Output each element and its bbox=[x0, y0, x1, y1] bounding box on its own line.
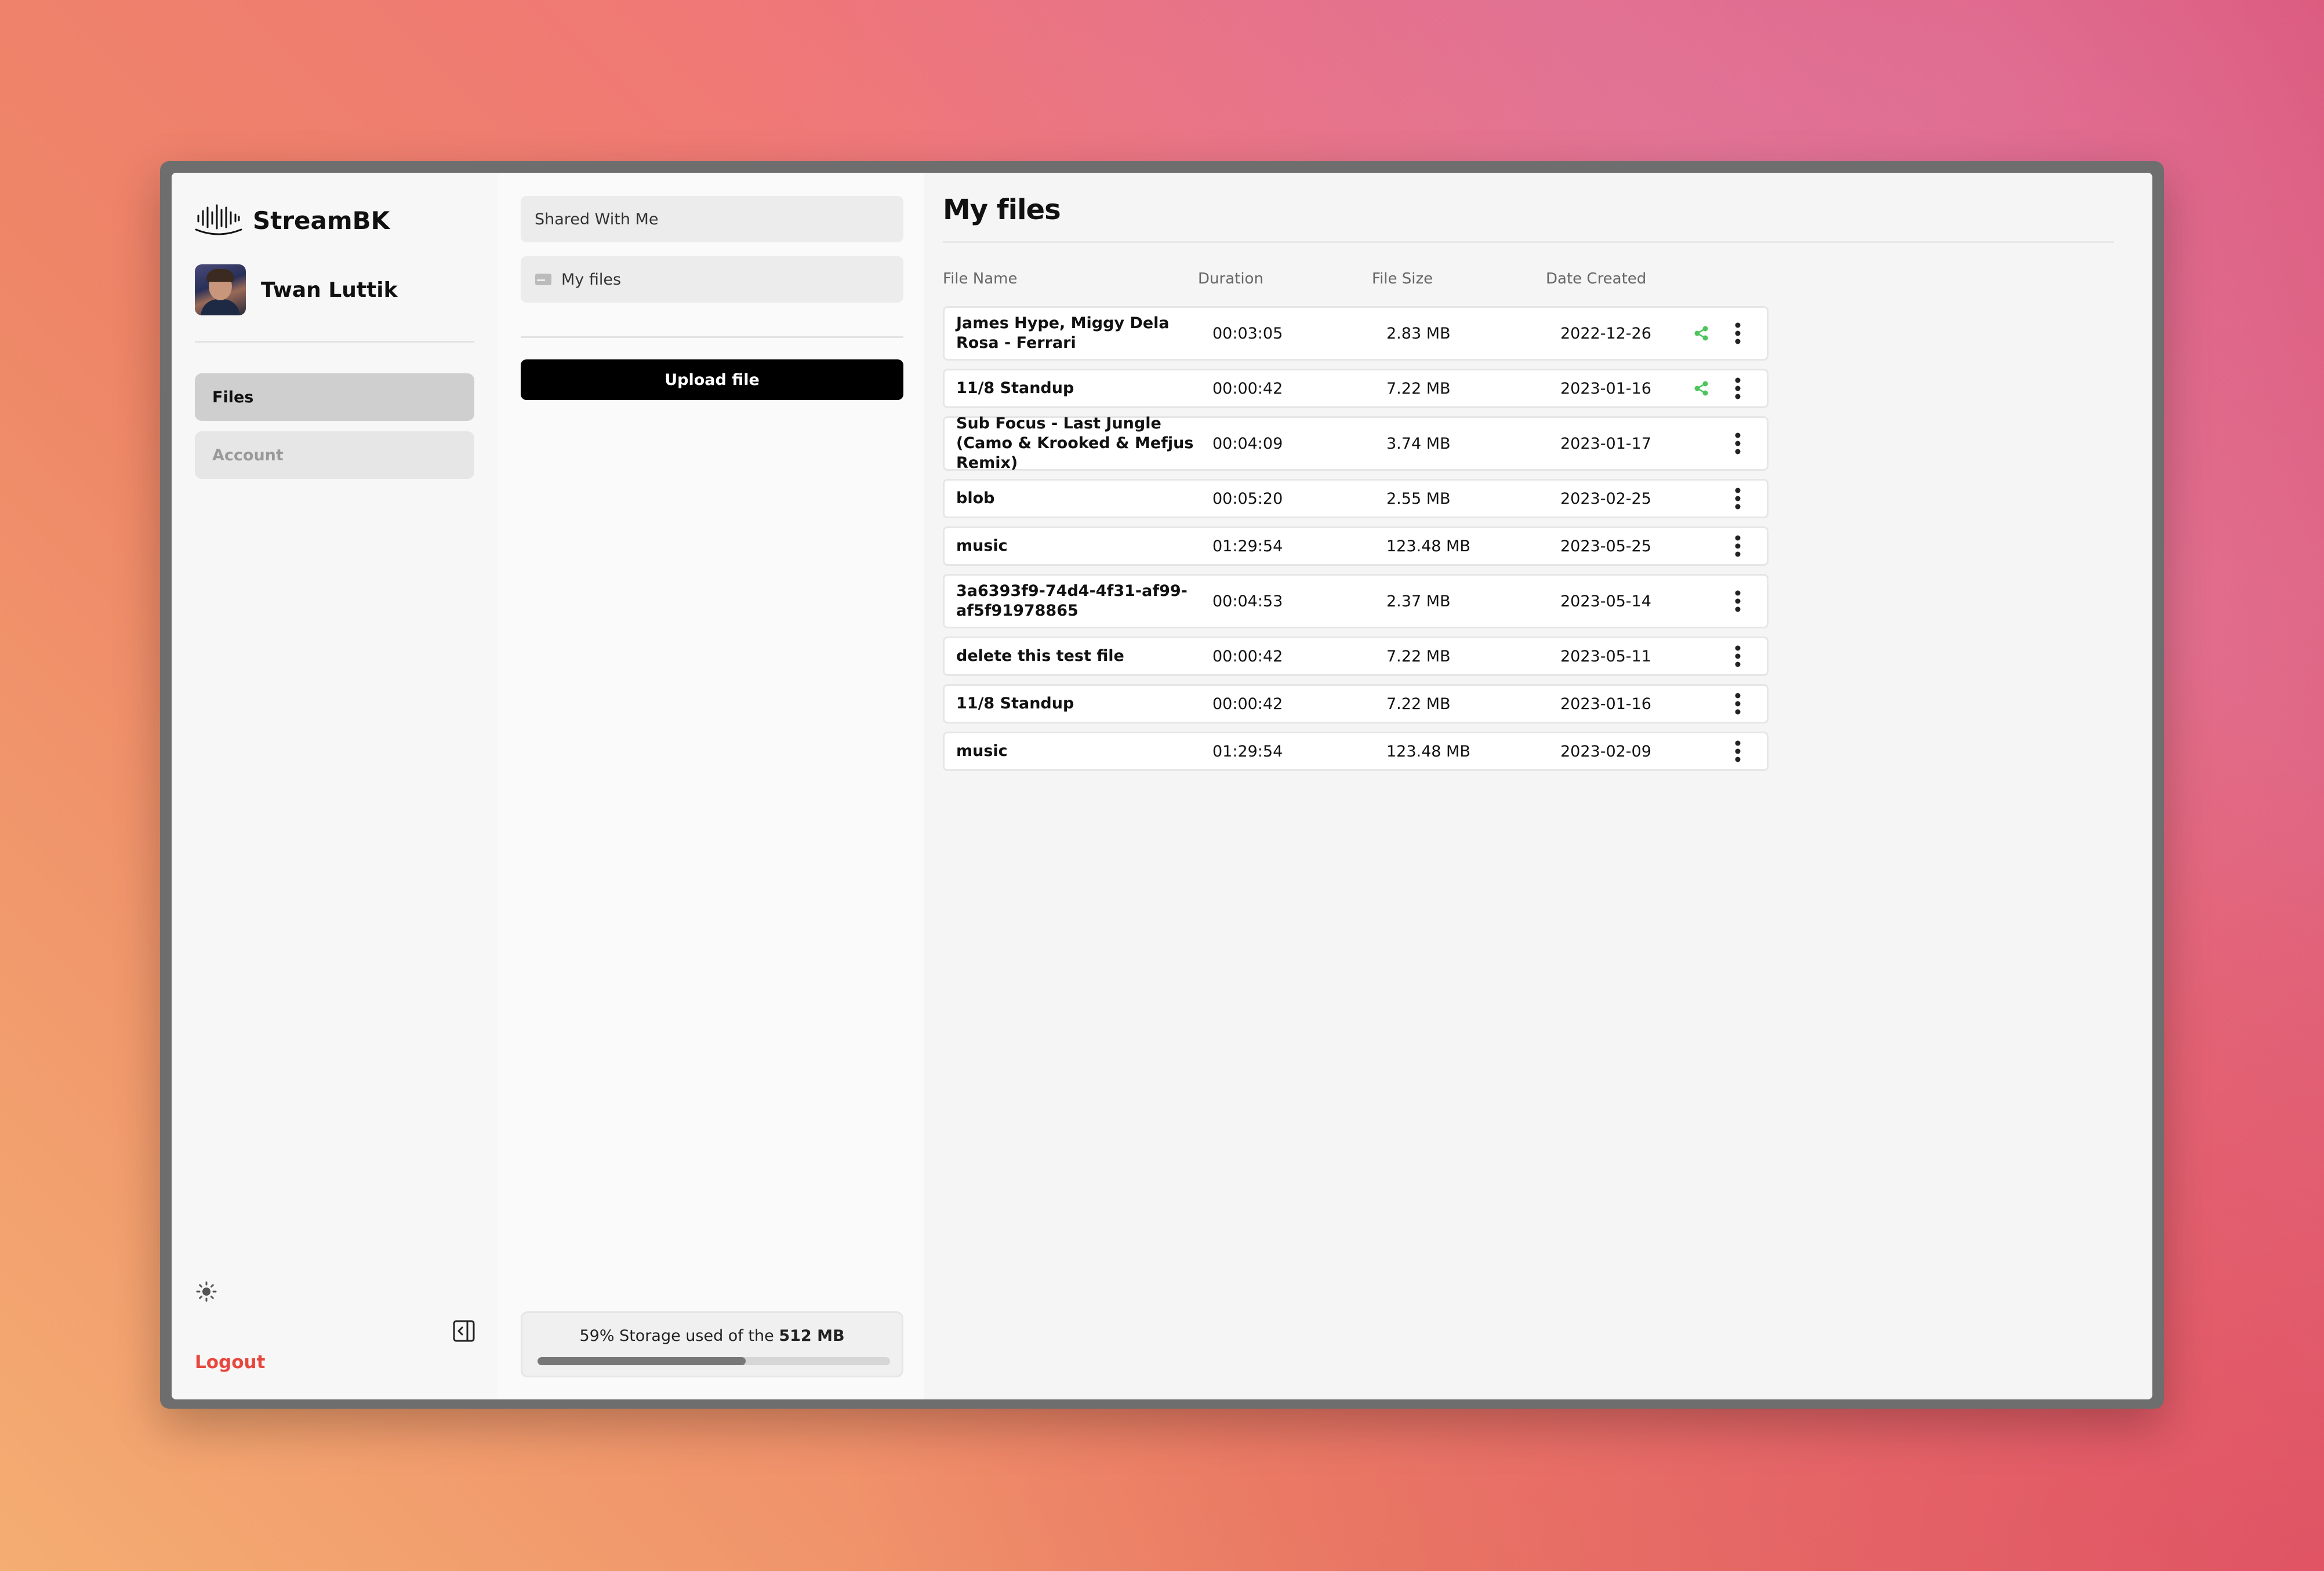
share-icon[interactable] bbox=[1693, 325, 1710, 342]
brand[interactable]: StreamBK bbox=[195, 203, 390, 238]
main-content: My files File Name Duration File Size Da… bbox=[924, 173, 2152, 1399]
file-duration: 00:04:53 bbox=[1212, 592, 1283, 610]
file-size: 2.55 MB bbox=[1386, 489, 1451, 508]
file-table: James Hype, Miggy Dela Rosa - Ferrari 00:… bbox=[943, 306, 1769, 779]
file-duration: 00:03:05 bbox=[1212, 324, 1283, 343]
folder-my-files[interactable]: My files bbox=[521, 256, 903, 303]
waveform-logo-icon bbox=[195, 204, 242, 235]
title-divider bbox=[943, 241, 2114, 243]
table-row[interactable]: music 01:29:54 123.48 MB 2023-05-25 bbox=[943, 526, 1769, 566]
column-header-file-size: File Size bbox=[1372, 270, 1433, 288]
more-options-icon[interactable] bbox=[1727, 319, 1748, 348]
folder-shared-with-me[interactable]: Shared With Me bbox=[521, 196, 903, 242]
file-size: 7.22 MB bbox=[1386, 647, 1451, 666]
sidebar-divider bbox=[195, 341, 474, 343]
app-window: StreamBK Twan Luttik Files Account Logou… bbox=[172, 173, 2152, 1399]
file-name: James Hype, Miggy Dela Rosa - Ferrari bbox=[956, 314, 1170, 352]
file-size: 7.22 MB bbox=[1386, 379, 1451, 398]
folder-divider bbox=[521, 336, 903, 338]
avatar bbox=[195, 264, 246, 315]
file-name: 11/8 Standup bbox=[956, 379, 1074, 397]
storage-text: 59% Storage used of the 512 MB bbox=[579, 1327, 845, 1345]
file-date: 2023-02-09 bbox=[1560, 742, 1651, 761]
sun-theme-icon[interactable] bbox=[196, 1281, 217, 1302]
storage-progress-bar bbox=[538, 1357, 890, 1365]
folder-label: My files bbox=[561, 270, 622, 289]
file-name: 11/8 Standup bbox=[956, 694, 1074, 712]
folder-panel: Shared With Me My files Upload file 59% … bbox=[498, 173, 926, 1399]
file-name: blob bbox=[956, 489, 995, 507]
more-options-icon[interactable] bbox=[1727, 642, 1748, 671]
app-window-frame: StreamBK Twan Luttik Files Account Logou… bbox=[160, 161, 2164, 1409]
upload-file-button[interactable]: Upload file bbox=[521, 359, 903, 400]
more-options-icon[interactable] bbox=[1727, 484, 1748, 513]
file-duration: 00:00:42 bbox=[1212, 647, 1283, 666]
more-options-icon[interactable] bbox=[1727, 429, 1748, 458]
sidebar-item-label: Account bbox=[212, 446, 284, 464]
file-date: 2023-05-14 bbox=[1560, 592, 1651, 610]
file-size: 123.48 MB bbox=[1386, 537, 1470, 555]
file-size: 7.22 MB bbox=[1386, 694, 1451, 713]
page-title: My files bbox=[943, 194, 1061, 226]
file-date: 2023-01-16 bbox=[1560, 379, 1651, 398]
share-icon[interactable] bbox=[1693, 380, 1710, 397]
file-duration: 00:04:09 bbox=[1212, 434, 1283, 453]
file-date: 2022-12-26 bbox=[1560, 324, 1651, 343]
file-date: 2023-01-16 bbox=[1560, 694, 1651, 713]
file-date: 2023-05-11 bbox=[1560, 647, 1651, 666]
storage-usage: 59% Storage used of the 512 MB bbox=[521, 1311, 903, 1377]
file-duration: 00:05:20 bbox=[1212, 489, 1283, 508]
file-duration: 01:29:54 bbox=[1212, 742, 1283, 761]
logout-link[interactable]: Logout bbox=[195, 1352, 265, 1373]
file-duration: 00:00:42 bbox=[1212, 379, 1283, 398]
folder-label: Shared With Me bbox=[535, 210, 659, 228]
more-options-icon[interactable] bbox=[1727, 689, 1748, 718]
file-size: 123.48 MB bbox=[1386, 742, 1470, 761]
column-header-duration: Duration bbox=[1198, 270, 1263, 288]
table-row[interactable]: 11/8 Standup 00:00:42 7.22 MB 2023-01-16 bbox=[943, 684, 1769, 723]
file-size: 2.83 MB bbox=[1386, 324, 1451, 343]
user-name: Twan Luttik bbox=[261, 278, 398, 302]
file-name: music bbox=[956, 537, 1008, 555]
storage-progress-fill bbox=[538, 1357, 746, 1365]
file-date: 2023-05-25 bbox=[1560, 537, 1651, 555]
table-row[interactable]: James Hype, Miggy Dela Rosa - Ferrari 00:… bbox=[943, 306, 1769, 361]
table-row[interactable]: 3a6393f9-74d4-4f31-af99-af5f91978865 00:0… bbox=[943, 574, 1769, 628]
column-header-date-created: Date Created bbox=[1546, 270, 1647, 288]
file-size: 3.74 MB bbox=[1386, 434, 1451, 453]
table-row[interactable]: music 01:29:54 123.48 MB 2023-02-09 bbox=[943, 732, 1769, 771]
file-duration: 01:29:54 bbox=[1212, 537, 1283, 555]
more-options-icon[interactable] bbox=[1727, 587, 1748, 616]
table-row[interactable]: blob 00:05:20 2.55 MB 2023-02-25 bbox=[943, 479, 1769, 518]
file-date: 2023-01-17 bbox=[1560, 434, 1651, 453]
folder-icon bbox=[535, 274, 551, 285]
sidebar-item-account[interactable]: Account bbox=[195, 431, 474, 479]
table-row[interactable]: Sub Focus - Last Jungle (Camo & Krooked … bbox=[943, 414, 1769, 472]
more-options-icon[interactable] bbox=[1727, 737, 1748, 766]
user-profile[interactable]: Twan Luttik bbox=[195, 264, 398, 315]
collapse-sidebar-icon[interactable] bbox=[452, 1319, 475, 1343]
app-name: StreamBK bbox=[253, 206, 390, 235]
sidebar: StreamBK Twan Luttik Files Account Logou… bbox=[172, 173, 499, 1399]
sidebar-item-label: Files bbox=[212, 388, 254, 406]
file-duration: 00:00:42 bbox=[1212, 694, 1283, 713]
more-options-icon[interactable] bbox=[1727, 532, 1748, 561]
sidebar-item-files[interactable]: Files bbox=[195, 373, 474, 421]
file-name: delete this test file bbox=[956, 647, 1124, 665]
column-header-file-name: File Name bbox=[943, 270, 1018, 288]
file-date: 2023-02-25 bbox=[1560, 489, 1651, 508]
table-row[interactable]: delete this test file 00:00:42 7.22 MB 2023… bbox=[943, 637, 1769, 676]
table-row[interactable]: 11/8 Standup 00:00:42 7.22 MB 2023-01-16 bbox=[943, 369, 1769, 408]
more-options-icon[interactable] bbox=[1727, 374, 1748, 403]
file-size: 2.37 MB bbox=[1386, 592, 1451, 610]
file-name: music bbox=[956, 742, 1008, 760]
file-name: Sub Focus - Last Jungle (Camo & Krooked … bbox=[956, 414, 1194, 472]
file-name: 3a6393f9-74d4-4f31-af99-af5f91978865 bbox=[956, 582, 1188, 620]
